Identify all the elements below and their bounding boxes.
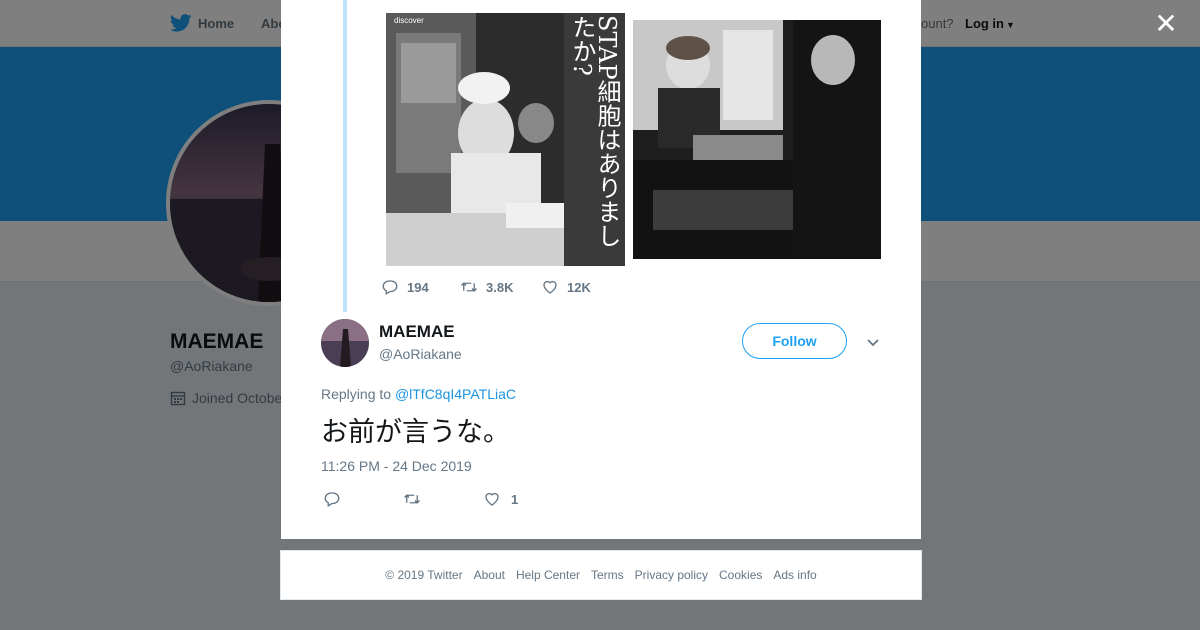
tweet-text: お前が言うな。 (321, 417, 510, 448)
chevron-down-icon[interactable] (865, 334, 881, 350)
footer-link-privacy[interactable]: Privacy policy (635, 568, 708, 582)
tweet-author-avatar[interactable] (321, 319, 369, 367)
replying-prefix: Replying to (321, 386, 392, 402)
footer-link-terms[interactable]: Terms (591, 568, 624, 582)
magazine-headline: STAP細胞はありましたか? (568, 15, 621, 248)
like-button[interactable]: 1 (483, 490, 518, 508)
quoted-like-count: 12K (567, 279, 591, 295)
heart-icon (485, 492, 499, 506)
quoted-reply-count: 194 (407, 279, 429, 295)
thread-line (343, 0, 347, 312)
retweet-icon (404, 494, 420, 504)
seascape-thumbnail (321, 319, 369, 367)
quoted-retweet-stat[interactable]: 3.8K (460, 278, 513, 296)
mahjong-photo (633, 20, 881, 259)
quoted-retweet-count: 3.8K (486, 279, 514, 295)
footer-link-help-center[interactable]: Help Center (516, 568, 580, 582)
close-icon[interactable]: ✕ (1154, 10, 1178, 38)
footer-link-cookies[interactable]: Cookies (719, 568, 762, 582)
replying-handle-link[interactable]: @lTfC8qI4PATLiaC (395, 386, 516, 402)
tweet-photo-magazine[interactable]: discover STAP細胞はありましたか? (386, 13, 625, 266)
reply-button[interactable] (323, 490, 341, 508)
footer-link-about[interactable]: About (474, 568, 505, 582)
tweet-timestamp[interactable]: 11:26 PM - 24 Dec 2019 (321, 458, 472, 474)
heart-icon (543, 280, 557, 294)
reply-icon (382, 280, 398, 295)
retweet-icon (461, 282, 477, 292)
retweet-button[interactable] (403, 490, 421, 508)
replying-to: Replying to @lTfC8qI4PATLiaC (321, 386, 516, 402)
tweet-author-handle[interactable]: @AoRiakane (379, 346, 462, 362)
footer: © 2019 Twitter About Help Center Terms P… (280, 550, 922, 600)
tweet-modal: discover STAP細胞はありましたか? 194 3.8K 12K MAE… (281, 0, 921, 539)
tweet-photo-mahjong[interactable] (633, 20, 881, 259)
footer-link-ads-info[interactable]: Ads info (773, 568, 816, 582)
magazine-brand: discover (394, 16, 424, 25)
quoted-reply-stat[interactable]: 194 (381, 278, 429, 296)
footer-copyright: © 2019 Twitter (385, 568, 463, 582)
reply-icon (324, 492, 340, 507)
quoted-like-stat[interactable]: 12K (541, 278, 591, 296)
like-count: 1 (511, 491, 519, 507)
tweet-author-name[interactable]: MAEMAE (379, 322, 455, 342)
follow-button[interactable]: Follow (742, 323, 847, 359)
